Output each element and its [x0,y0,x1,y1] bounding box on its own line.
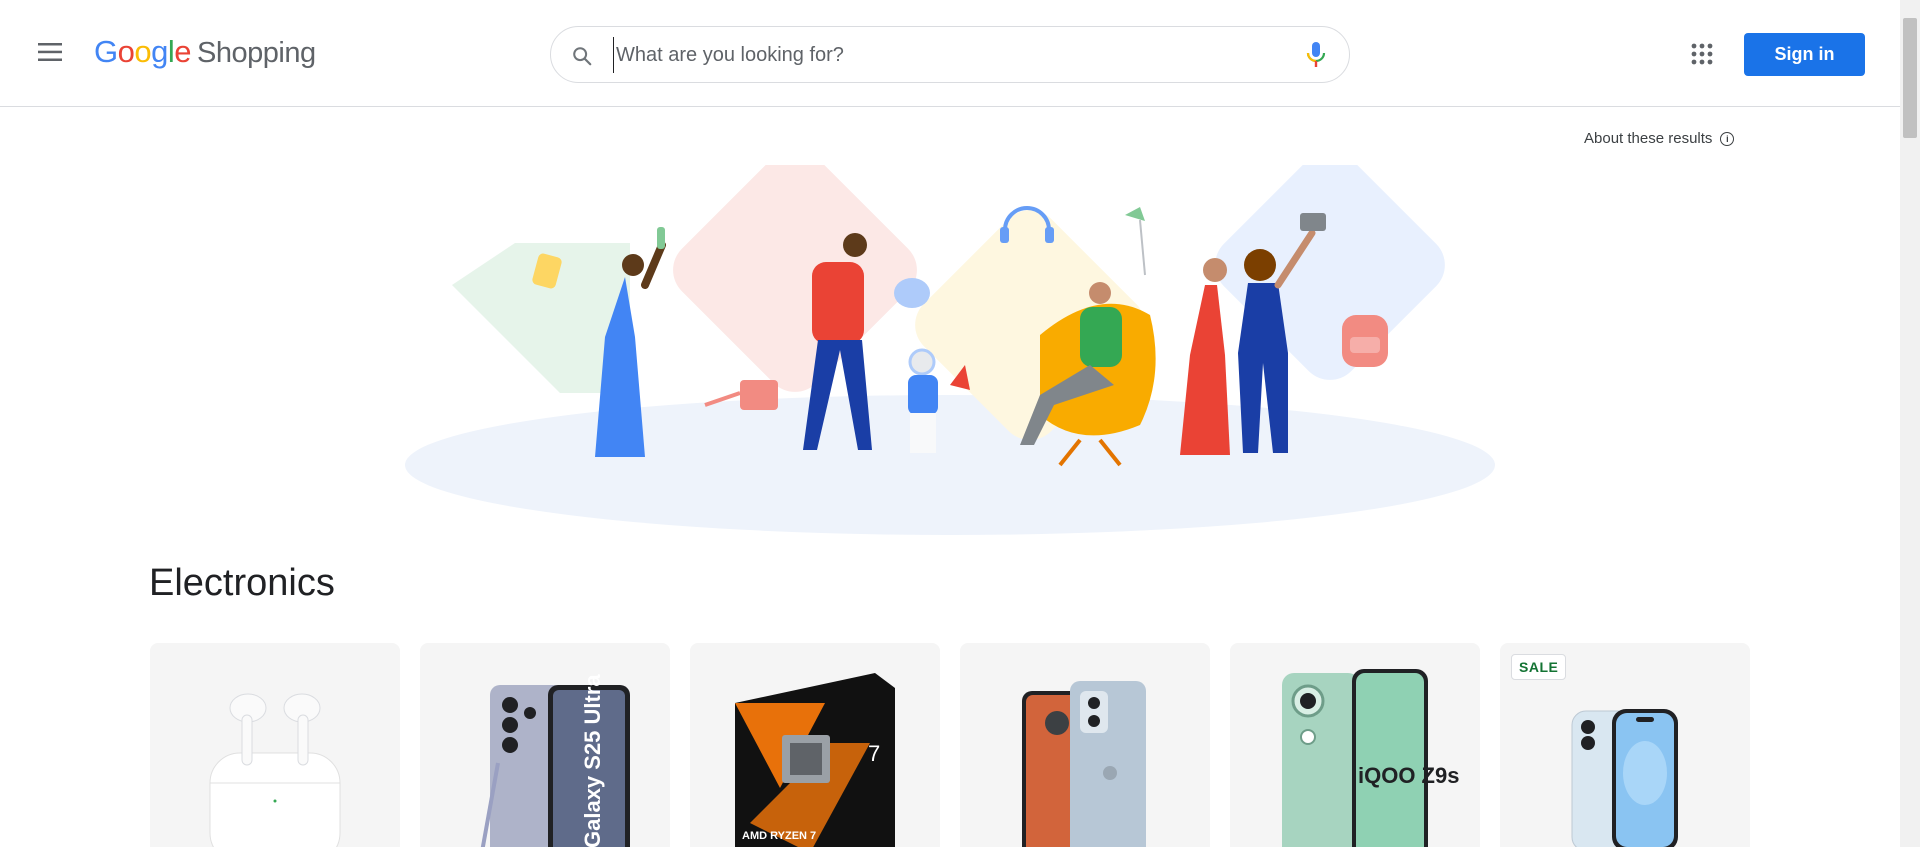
product-image-amd-ryzen: 7 AMD RYZEN 7 [735,673,895,847]
mic-icon[interactable] [1303,41,1329,69]
product-image-airpods-pro [209,693,341,847]
sale-badge: SALE [1511,654,1567,680]
main-menu-button[interactable] [34,36,66,68]
about-label: About these results [1584,130,1713,147]
svg-text:7: 7 [868,741,880,766]
search-box[interactable] [550,26,1350,83]
product-image-galaxy-s25-ultra: Galaxy S25 Ultra [480,674,630,847]
product-card-galaxy-s25-ultra[interactable]: Galaxy S25 Ultra [420,643,670,847]
sign-in-button[interactable]: Sign in [1744,33,1865,76]
section-title: Electronics [149,562,335,604]
menu-icon [38,43,62,61]
info-icon: i [1720,131,1735,146]
logo-product-name: Shopping [197,37,316,69]
product-card-amd-ryzen[interactable]: 7 AMD RYZEN 7 [690,643,940,847]
product-image-iqoo-z9s: iQOO Z9s [1282,669,1459,847]
google-shopping-logo[interactable]: Google Shopping [94,34,316,70]
product-image-motorola [1022,681,1146,847]
scrollbar-thumb[interactable] [1903,18,1917,138]
hero-illustration [405,165,1495,535]
galaxy-printed-text: Galaxy S25 Ultra [580,674,605,847]
top-header: Google Shopping Sign in [0,0,1900,107]
search-icon [573,47,592,66]
product-card-iqoo-z9s[interactable]: iQOO Z9s [1230,643,1480,847]
amd-printed-text: AMD RYZEN 7 [742,830,816,842]
page-scrollbar[interactable] [1900,0,1920,847]
iqoo-printed-text: iQOO Z9s [1358,763,1459,788]
about-these-results-link[interactable]: About these results i [1584,130,1735,147]
product-card-airpods-pro[interactable] [150,643,400,847]
product-card-motorola[interactable] [960,643,1210,847]
product-card-iphone-15[interactable]: SALE [1500,643,1750,847]
apps-grid-icon[interactable] [1690,42,1714,66]
product-carousel: Galaxy S25 Ultra 7 AMD RYZEN 7 iQOO Z9s … [150,643,1750,847]
search-input[interactable] [613,37,1253,73]
